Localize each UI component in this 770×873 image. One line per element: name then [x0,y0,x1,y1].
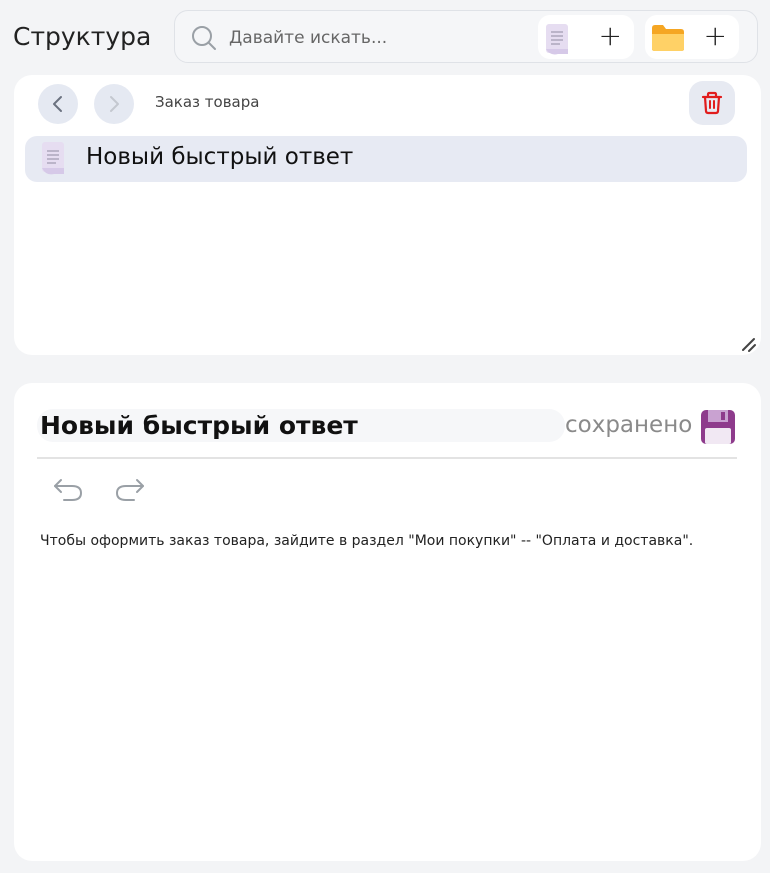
save-icon[interactable] [700,409,736,445]
page-title: Структура [13,22,152,51]
document-icon [546,24,568,55]
undo-icon[interactable] [52,475,86,503]
search-input[interactable] [227,24,531,52]
add-folder-button[interactable]: + [645,15,739,59]
breadcrumb[interactable]: Заказ товара [155,93,259,111]
redo-icon[interactable] [112,475,146,503]
search-icon [192,26,216,50]
chevron-left-icon [53,96,62,112]
editor-panel: Новый быстрый ответ сохранено Чтобы офор… [14,383,761,861]
add-document-button[interactable]: + [538,15,634,59]
resize-handle-icon[interactable] [739,335,759,355]
structure-panel: Заказ товара Новый быстрый ответ [14,75,761,355]
delete-button[interactable] [689,81,735,125]
title-field[interactable]: Новый быстрый ответ [37,409,565,442]
back-button[interactable] [38,84,78,124]
list-item-label: Новый быстрый ответ [86,144,354,170]
editor-content[interactable]: Чтобы оформить заказ товара, зайдите в р… [40,529,700,554]
editor-title: Новый быстрый ответ [40,411,358,440]
list-item[interactable]: Новый быстрый ответ [25,136,747,182]
chevron-right-icon [110,96,119,112]
divider [37,457,737,459]
save-status: сохранено [565,412,693,438]
search-bar: + + [174,10,758,63]
plus-icon: + [703,19,727,52]
document-icon [42,142,64,175]
plus-icon: + [598,19,622,52]
trash-icon [701,91,723,115]
forward-button[interactable] [94,84,134,124]
folder-icon [652,25,684,51]
